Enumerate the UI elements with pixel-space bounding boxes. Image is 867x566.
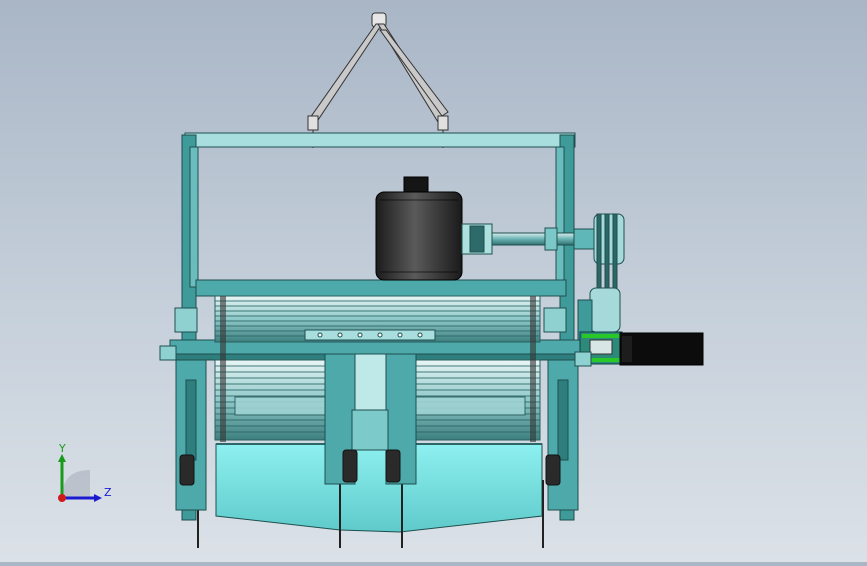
x-axis-dot bbox=[58, 494, 66, 502]
coordinate-triad bbox=[58, 454, 102, 502]
z-axis-label: Z bbox=[104, 486, 112, 499]
cad-viewport[interactable]: Y Z bbox=[0, 0, 867, 562]
y-axis-label: Y bbox=[59, 442, 66, 455]
